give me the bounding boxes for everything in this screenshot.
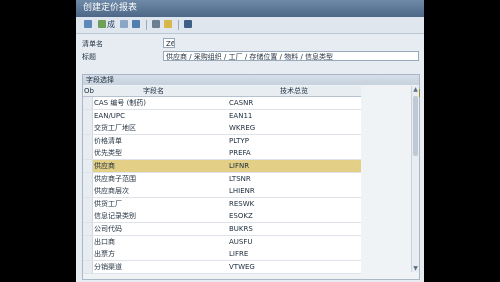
row-selector[interactable] (83, 235, 93, 248)
scrollbar-thumb[interactable] (413, 96, 418, 156)
check-button[interactable] (120, 20, 129, 30)
field-name-cell: 出票方 (94, 250, 115, 259)
row-selector[interactable] (83, 160, 93, 172)
tech-name-cell: WKREG (229, 124, 256, 133)
field-name-cell: 交货工厂地区 (94, 124, 136, 133)
grid-header: Ob 字段名 技术总览 (83, 86, 361, 97)
table-row[interactable]: EAN/UPC EAN11 (83, 109, 361, 123)
filter-button[interactable] (164, 20, 173, 30)
row-selector[interactable] (83, 197, 93, 210)
field-name-cell: CAS 编号 (制药) (94, 99, 147, 107)
tech-name-cell: EAN11 (229, 111, 253, 120)
tech-name-cell: LIFRE (229, 250, 249, 259)
field-name-cell: 优先类型 (94, 149, 122, 158)
column-header-field-name[interactable]: 字段名 (143, 86, 164, 96)
generate-icon (98, 20, 106, 28)
save-button[interactable] (84, 20, 93, 30)
panel-header: 字段选择 (83, 75, 419, 85)
sort-button[interactable] (132, 20, 141, 30)
field-name-cell: 供应商 (94, 162, 115, 170)
row-selector[interactable] (83, 185, 93, 198)
row-selector[interactable] (83, 147, 93, 160)
table-row[interactable]: 信息记录类别 ESOKZ (83, 210, 361, 224)
tech-name-cell: LHIENR (229, 187, 255, 196)
row-selector[interactable] (83, 134, 93, 147)
generate-button[interactable]: 成 (98, 20, 115, 30)
table-row[interactable]: CAS 编号 (制药) CASNR (83, 97, 361, 110)
print-icon (152, 20, 160, 28)
row-selector[interactable] (83, 248, 93, 261)
row-selector[interactable] (83, 210, 93, 223)
table-row[interactable]: 价格清单 PLTYP (83, 134, 361, 148)
field-name-cell: EAN/UPC (94, 111, 126, 120)
window-titlebar: 创建定价报表 (76, 0, 424, 17)
vertical-scrollbar[interactable]: ▲ ▼ (411, 86, 419, 272)
tech-name-cell: ESOKZ (229, 212, 253, 221)
tech-name-cell: VTWEG (229, 262, 255, 271)
row-selector[interactable] (83, 172, 93, 185)
column-header-tech-name[interactable]: 技术总览 (280, 86, 308, 96)
toolbar-separator (178, 20, 179, 30)
row-selector[interactable] (83, 223, 93, 235)
save-icon (84, 20, 92, 28)
tech-name-cell: CASNR (229, 99, 254, 107)
panel-title: 字段选择 (86, 76, 114, 84)
table-row[interactable]: 供应商层次 LHIENR (83, 185, 361, 199)
field-name-cell: 价格清单 (94, 136, 122, 145)
table-row[interactable]: 供应商 LIFNR (83, 160, 361, 173)
table-row[interactable]: 供应商子范围 LTSNR (83, 172, 361, 186)
row-selector[interactable] (83, 97, 93, 109)
column-header-marker: Ob (84, 87, 94, 95)
table-row[interactable]: 出票方 LIFRE (83, 248, 361, 262)
print-button[interactable] (152, 20, 161, 30)
row-selector[interactable] (83, 260, 93, 273)
field-name-cell: 公司代码 (94, 225, 122, 233)
field-name-cell: 供应商层次 (94, 187, 129, 196)
sap-window: 创建定价报表 成 清单名 Z6 标题 供应商 / 采购组织 / 工厂 / 存储位… (76, 0, 424, 282)
filter-icon (164, 20, 172, 28)
toolbar-separator (146, 20, 147, 30)
field-name-cell: 供货工厂 (94, 199, 122, 208)
list-name-field[interactable]: Z6 (163, 38, 175, 48)
field-name-cell: 出口商 (94, 237, 115, 246)
toolbar: 成 (76, 17, 424, 34)
title-field[interactable]: 供应商 / 采购组织 / 工厂 / 存储位置 / 物料 / 信息类型 (163, 51, 419, 61)
row-selector[interactable] (83, 109, 93, 122)
table-row[interactable]: 分销渠道 VTWEG (83, 260, 361, 274)
layout-icon (184, 20, 192, 28)
tech-name-cell: LIFNR (229, 162, 250, 170)
window-title: 创建定价报表 (83, 3, 138, 13)
tech-name-cell: RESWK (229, 199, 255, 208)
layout-button[interactable] (184, 20, 193, 30)
sort-icon (132, 20, 140, 28)
field-name-cell: 分销渠道 (94, 262, 122, 271)
tech-name-cell: LTSNR (229, 174, 251, 183)
table-row[interactable]: 出口商 AUSFU (83, 235, 361, 249)
field-name-cell: 信息记录类别 (94, 212, 136, 221)
table-row[interactable]: 公司代码 BUKRS (83, 223, 361, 236)
scroll-up-icon[interactable]: ▲ (412, 86, 419, 93)
tech-name-cell: PLTYP (229, 136, 249, 145)
scroll-down-icon[interactable]: ▼ (412, 265, 419, 272)
list-name-label: 清单名 (82, 40, 103, 48)
table-row[interactable]: 交货工厂地区 WKREG (83, 122, 361, 136)
table-row[interactable]: 供货工厂 RESWK (83, 197, 361, 211)
row-selector[interactable] (83, 122, 93, 135)
title-label: 标题 (82, 53, 96, 61)
tech-name-cell: AUSFU (229, 237, 253, 246)
tech-name-cell: BUKRS (229, 225, 253, 233)
table-row[interactable]: 优先类型 PREFA (83, 147, 361, 161)
field-name-cell: 供应商子范围 (94, 174, 136, 183)
field-selection-panel: 字段选择 Ob 字段名 技术总览 CAS 编号 (制药) CASNR EAN/UPC… (82, 74, 420, 280)
check-icon (120, 20, 128, 28)
tech-name-cell: PREFA (229, 149, 251, 158)
